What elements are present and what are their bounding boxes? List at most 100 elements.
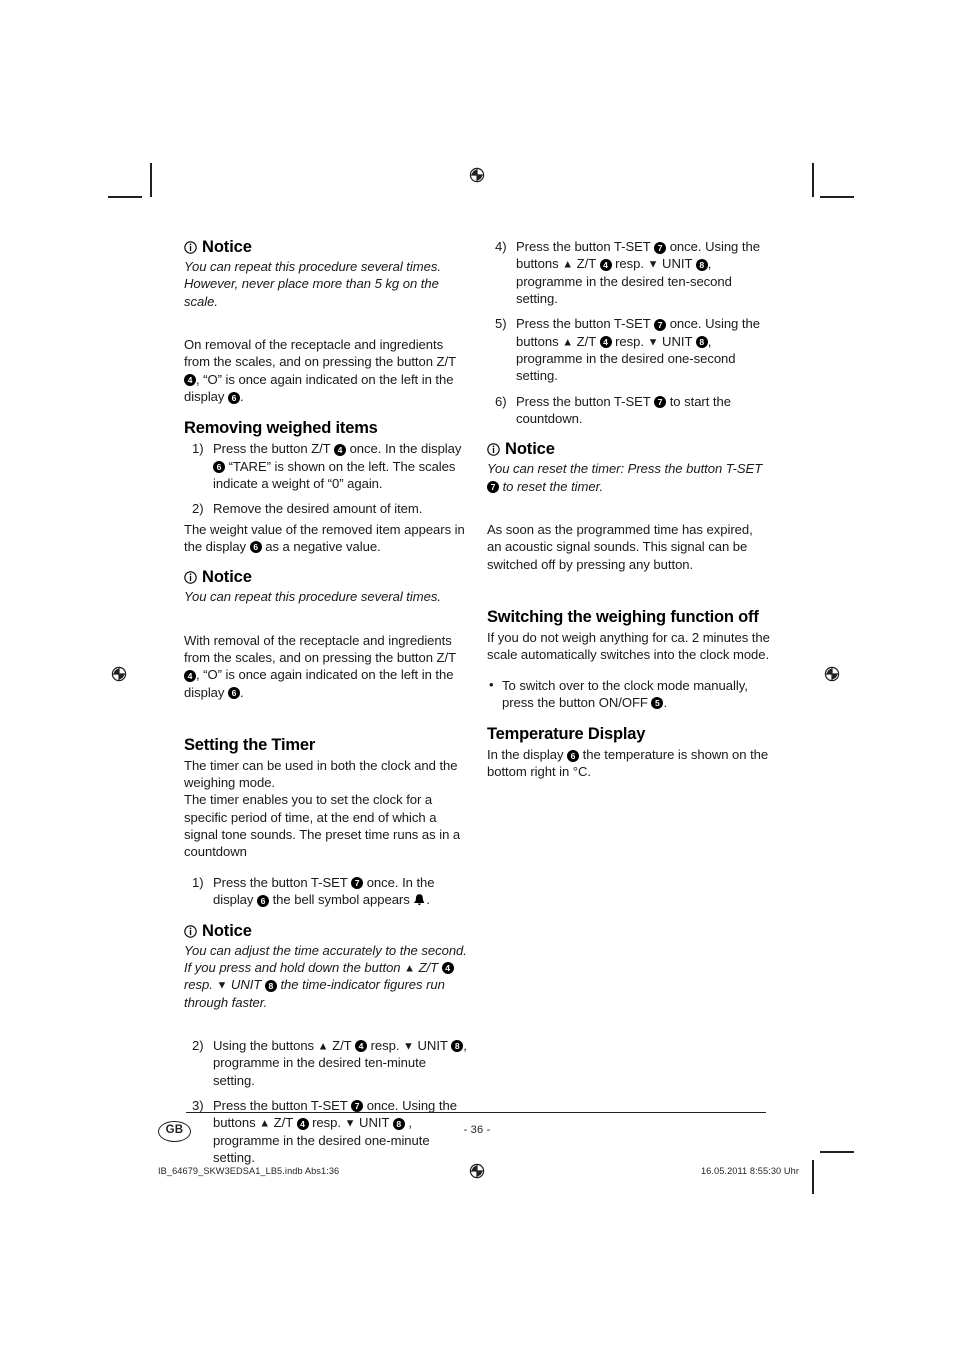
timer-paragraph-2: The timer enables you to set the clock f… <box>184 792 461 860</box>
info-icon <box>184 241 197 254</box>
list-item: 1) Press the button Z/T 4 once. In the di… <box>192 441 462 491</box>
switching-bullet-list: • To switch over to the clock mode manual… <box>487 677 770 712</box>
right-column: 4) Press the button T-SET 7 once. Using t… <box>487 238 770 781</box>
section-heading-setting-the-timer: Setting the Timer <box>184 735 316 754</box>
section-heading-removing-weighed-items: Removing weighed items <box>184 419 378 438</box>
footer-rule <box>186 1112 766 1114</box>
paragraph-with-removal: With removal of the receptacle and ingre… <box>184 632 456 700</box>
step-number: 5) <box>495 316 507 332</box>
footer-timestamp: 16.05.2011 8:55:30 Uhr <box>700 1166 799 1176</box>
list-item: 2) Remove the desired amount of item. <box>192 501 423 517</box>
badge-8: 8 <box>264 979 277 992</box>
notice-heading-1: Notice <box>184 238 467 257</box>
registration-mark-left-middle <box>108 663 130 685</box>
notice-heading-3: Notice <box>184 922 467 941</box>
list-item: 2) Using the buttons ▲ Z/T 4 resp. ▼ UNIT… <box>192 1037 467 1088</box>
badge-5: 5 <box>651 697 664 710</box>
crop-mark-bottom-right-horizontal <box>820 1151 854 1153</box>
notice-label: Notice <box>202 921 252 940</box>
timer-steps-2-3-list: 2) Using the buttons ▲ Z/T 4 resp. ▼ UNIT… <box>184 1037 467 1166</box>
arrow-up-icon: ▲ <box>562 258 574 271</box>
badge-4: 4 <box>184 374 196 387</box>
timer-paragraph-1: The timer can be used in both the clock … <box>184 757 458 791</box>
list-item: • To switch over to the clock mode manual… <box>489 676 748 710</box>
paragraph-time-expired: As soon as the programmed time has expir… <box>487 522 753 572</box>
arrow-up-icon: ▲ <box>404 962 416 975</box>
badge-4: 4 <box>599 258 612 271</box>
info-icon <box>184 924 197 938</box>
badge-4: 4 <box>333 443 346 456</box>
step-number: 2) <box>192 501 204 517</box>
switching-paragraph-1: If you do not weigh anything for ca. 2 m… <box>487 629 770 663</box>
notice-1-line-2: However, never place more than 5 kg on t… <box>184 276 439 309</box>
badge-4: 4 <box>184 669 196 682</box>
badge-6: 6 <box>567 749 580 762</box>
badge-7: 7 <box>654 396 667 409</box>
page-number: - 36 - <box>463 1124 491 1136</box>
crop-mark-top-left-vertical <box>150 163 152 197</box>
crop-mark-top-right-vertical <box>812 163 814 197</box>
step-number: 1) <box>192 874 204 890</box>
notice-label: Notice <box>202 568 252 587</box>
footer-file-info: IB_64679_SKW3EDSA1_LB5.indb Abs1:36 <box>158 1166 340 1176</box>
crop-mark-bottom-right-vertical <box>812 1160 814 1194</box>
arrow-down-icon: ▼ <box>647 258 659 271</box>
notice-heading-4: Notice <box>487 440 770 459</box>
list-item: 4) Press the button T-SET 7 once. Using t… <box>495 239 760 307</box>
badge-6: 6 <box>228 687 240 700</box>
temperature-paragraph: In the display 6 the temperature is show… <box>487 747 769 780</box>
list-item: 1) Press the button T-SET 7 once. In the … <box>192 874 435 908</box>
badge-6: 6 <box>213 461 225 474</box>
badge-4: 4 <box>599 336 612 349</box>
notice-heading-2: Notice <box>184 568 467 587</box>
arrow-up-icon: ▲ <box>562 336 574 349</box>
list-item: 5) Press the button T-SET 7 once. Using t… <box>495 316 760 384</box>
section-heading-switching-off: Switching the weighing function off <box>487 608 759 627</box>
arrow-down-icon: ▼ <box>647 336 659 349</box>
badge-7: 7 <box>654 318 667 331</box>
step-number: 2) <box>192 1037 204 1053</box>
crop-mark-top-right-horizontal <box>820 196 854 198</box>
paragraph-on-removal: On removal of the receptacle and ingredi… <box>184 337 456 405</box>
badge-4: 4 <box>354 1040 367 1053</box>
badge-8: 8 <box>695 258 708 271</box>
bell-icon <box>413 893 426 906</box>
badge-7: 7 <box>351 877 364 890</box>
bullet-icon: • <box>489 676 494 692</box>
timer-steps-4-6-list: 4) Press the button T-SET 7 once. Using t… <box>487 238 770 427</box>
badge-6: 6 <box>249 541 262 554</box>
badge-8: 8 <box>451 1040 464 1053</box>
badge-6: 6 <box>228 391 240 404</box>
notice-4-body: You can reset the timer: Press the butto… <box>487 461 763 494</box>
badge-8: 8 <box>695 336 708 349</box>
arrow-down-icon: ▼ <box>403 1040 414 1053</box>
paragraph-negative-value: The weight value of the removed item app… <box>184 521 465 554</box>
arrow-up-icon: ▲ <box>317 1040 329 1053</box>
badge-7: 7 <box>351 1100 364 1113</box>
timer-step-1-list: 1) Press the button T-SET 7 once. In the … <box>184 874 467 909</box>
registration-mark-right-middle <box>821 663 843 685</box>
removing-steps-list: 1) Press the button Z/T 4 once. In the di… <box>184 440 467 517</box>
section-heading-temperature-display: Temperature Display <box>487 725 646 744</box>
notice-1-line-1: You can repeat this procedure several ti… <box>184 259 441 274</box>
crop-mark-top-left-horizontal <box>108 196 142 198</box>
badge-7: 7 <box>654 241 667 254</box>
registration-mark-top-center <box>466 164 488 186</box>
notice-2-body: You can repeat this procedure several ti… <box>184 589 441 605</box>
notice-1-body: You can repeat this procedure several ti… <box>184 258 467 310</box>
step-number: 4) <box>495 239 507 254</box>
step-number: 6) <box>495 393 507 409</box>
notice-label: Notice <box>505 440 555 459</box>
badge-4: 4 <box>441 962 454 975</box>
list-item: 6) Press the button T-SET 7 to start the … <box>495 393 731 427</box>
info-icon <box>184 571 197 584</box>
registration-mark-bottom-center <box>466 1160 488 1182</box>
notice-label: Notice <box>202 238 252 256</box>
arrow-down-icon: ▼ <box>216 979 228 992</box>
left-column: Notice You can repeat this procedure sev… <box>184 238 467 1166</box>
step-number: 1) <box>192 441 204 457</box>
document-page: Notice You can repeat this procedure sev… <box>0 0 954 1350</box>
notice-3-body: You can adjust the time accurately to th… <box>184 942 467 1010</box>
info-icon <box>487 443 500 457</box>
badge-7: 7 <box>487 481 499 494</box>
